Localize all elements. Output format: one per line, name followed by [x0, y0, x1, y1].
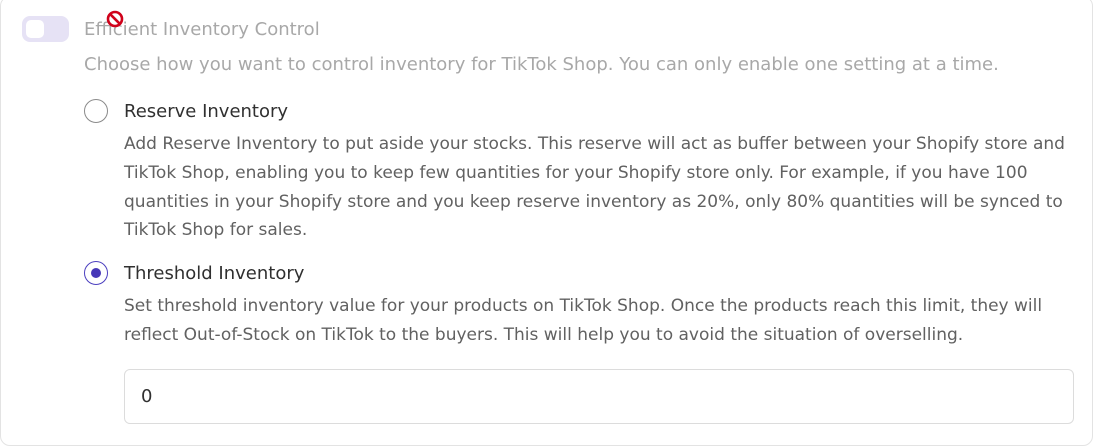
threshold-value-input[interactable] [124, 369, 1074, 424]
reserve-inventory-label: Reserve Inventory [124, 101, 289, 122]
toggle-knob [26, 20, 44, 38]
threshold-inventory-description: Set threshold inventory value for your p… [124, 296, 1043, 345]
section-subtitle: Choose how you want to control inventory… [84, 54, 999, 75]
reserve-inventory-radio[interactable] [84, 99, 108, 123]
threshold-inventory-radio[interactable] [84, 261, 108, 285]
radio-selected-dot [91, 268, 101, 278]
threshold-inventory-label: Threshold Inventory [124, 263, 305, 284]
not-allowed-cursor-icon [106, 10, 124, 28]
reserve-inventory-description: Add Reserve Inventory to put aside your … [124, 134, 1065, 241]
inventory-control-toggle[interactable] [22, 16, 69, 42]
